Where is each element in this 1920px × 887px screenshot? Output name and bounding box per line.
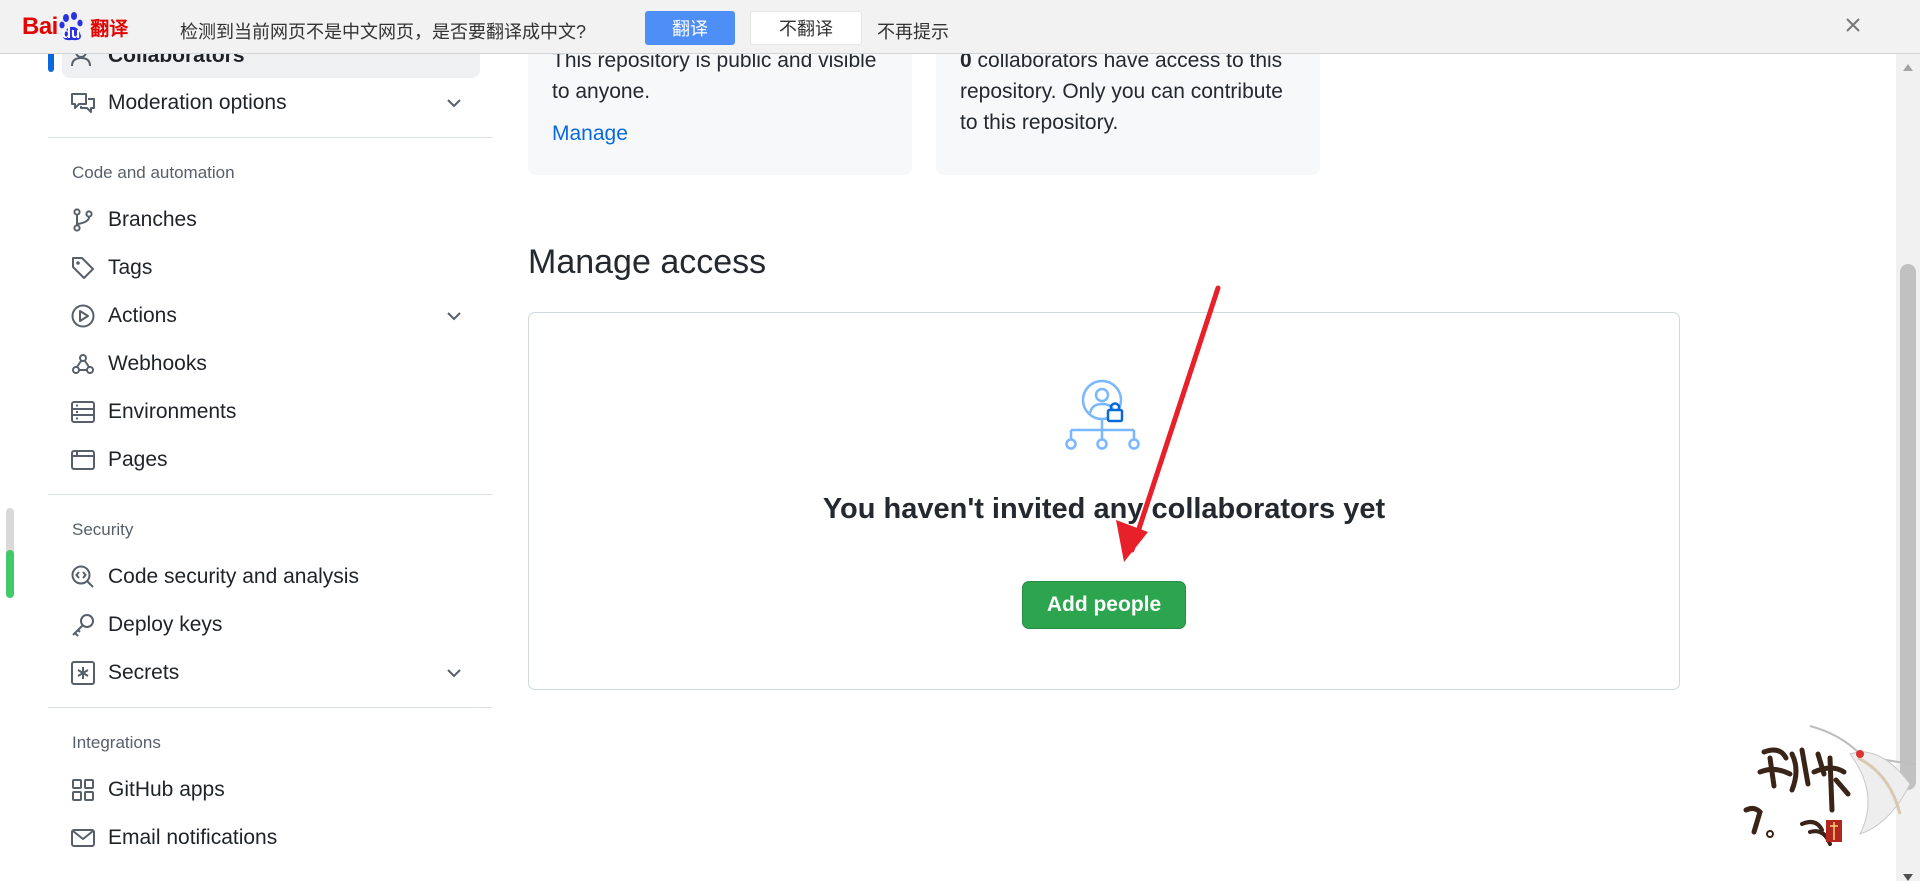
sidebar-item-label: Webhooks bbox=[108, 352, 207, 375]
empty-state-message: You haven't invited any collaborators ye… bbox=[822, 493, 1386, 525]
browser-icon bbox=[70, 447, 96, 473]
asterisk-box-icon bbox=[70, 660, 96, 686]
sidebar-divider bbox=[48, 137, 492, 138]
sidebar-item-branches[interactable]: Branches bbox=[70, 202, 480, 238]
mail-icon bbox=[70, 825, 96, 851]
apps-icon bbox=[70, 777, 96, 803]
visibility-text-line2: to anyone. bbox=[552, 80, 651, 103]
logo-fanyi-text: 翻译 bbox=[90, 18, 129, 40]
section-heading-code-automation: Code and automation bbox=[72, 163, 235, 182]
side-progress-fill bbox=[6, 550, 14, 598]
section-heading-security: Security bbox=[72, 520, 134, 539]
sidebar-divider bbox=[48, 707, 492, 708]
sidebar-item-webhooks[interactable]: Webhooks bbox=[70, 346, 480, 382]
dont-translate-button[interactable]: 不翻译 bbox=[750, 11, 862, 45]
webhook-icon bbox=[70, 351, 96, 377]
scroll-down-arrow-icon[interactable] bbox=[1903, 869, 1913, 881]
chevron-down-icon[interactable] bbox=[444, 306, 464, 326]
sidebar-item-moderation[interactable]: Moderation options bbox=[70, 85, 480, 121]
sidebar-item-label: Deploy keys bbox=[108, 613, 223, 636]
sidebar-divider bbox=[48, 494, 492, 495]
never-prompt-link[interactable]: 不再提示 bbox=[877, 18, 949, 44]
baidu-translate-logo: Bai du 翻译 bbox=[22, 10, 128, 44]
collaborators-text-line2: repository. Only you can contribute bbox=[960, 80, 1283, 103]
sidebar-item-label: Tags bbox=[108, 256, 153, 279]
side-progress-indicator bbox=[6, 508, 14, 598]
sidebar-item-label: Secrets bbox=[108, 661, 180, 684]
manage-access-heading: Manage access bbox=[528, 243, 767, 281]
key-icon bbox=[70, 612, 96, 638]
annotation-arrow-icon bbox=[1110, 280, 1230, 570]
chevron-down-icon[interactable] bbox=[444, 93, 464, 113]
sidebar-item-label: Branches bbox=[108, 208, 197, 231]
sidebar-item-pages[interactable]: Pages bbox=[70, 442, 480, 478]
sidebar-item-label: Email notifications bbox=[108, 826, 278, 849]
sidebar-item-secrets[interactable]: Secrets bbox=[70, 655, 480, 691]
sidebar-item-label: GitHub apps bbox=[108, 778, 225, 801]
sidebar-item-code-security[interactable]: Code security and analysis bbox=[70, 559, 480, 595]
translate-button[interactable]: 翻译 bbox=[645, 11, 735, 45]
translate-question: 检测到当前网页不是中文网页，是否要翻译成中文? bbox=[180, 22, 587, 42]
sidebar-item-label: Pages bbox=[108, 448, 168, 471]
section-heading-integrations: Integrations bbox=[72, 733, 161, 752]
chevron-down-icon[interactable] bbox=[444, 663, 464, 683]
play-icon bbox=[70, 303, 96, 329]
tag-icon bbox=[70, 255, 96, 281]
sidebar-item-label: Actions bbox=[108, 304, 177, 327]
scroll-up-arrow-icon[interactable] bbox=[1903, 58, 1913, 71]
server-icon bbox=[70, 399, 96, 425]
comment-discussion-icon bbox=[70, 90, 96, 116]
add-people-button[interactable]: Add people bbox=[1022, 581, 1186, 629]
sidebar-item-github-apps[interactable]: GitHub apps bbox=[70, 772, 480, 808]
manage-visibility-link[interactable]: Manage bbox=[552, 122, 628, 146]
crane-calligraphy-watermark bbox=[1740, 714, 1920, 864]
git-branch-icon bbox=[70, 207, 96, 233]
sidebar-item-deploy-keys[interactable]: Deploy keys bbox=[70, 607, 480, 643]
logo-du-text: du bbox=[61, 24, 81, 42]
sidebar-item-label: Moderation options bbox=[108, 91, 287, 114]
translate-bar: Bai du 翻译 检测到当前网页不是中文网页，是否要翻译成中文? 翻译 不翻译… bbox=[0, 0, 1920, 54]
sidebar-item-environments[interactable]: Environments bbox=[70, 394, 480, 430]
sidebar-item-actions[interactable]: Actions bbox=[70, 298, 480, 334]
sidebar-item-email-notifications[interactable]: Email notifications bbox=[70, 820, 480, 856]
codescan-icon bbox=[70, 564, 96, 590]
sidebar-item-label: Environments bbox=[108, 400, 237, 423]
sidebar-item-label: Code security and analysis bbox=[108, 565, 359, 588]
scrollbar-thumb[interactable] bbox=[1900, 264, 1916, 790]
close-icon[interactable] bbox=[1840, 12, 1866, 38]
logo-bai-text: Bai bbox=[22, 13, 58, 40]
collaborators-text-line3: to this repository. bbox=[960, 111, 1119, 134]
sidebar-item-tags[interactable]: Tags bbox=[70, 250, 480, 286]
